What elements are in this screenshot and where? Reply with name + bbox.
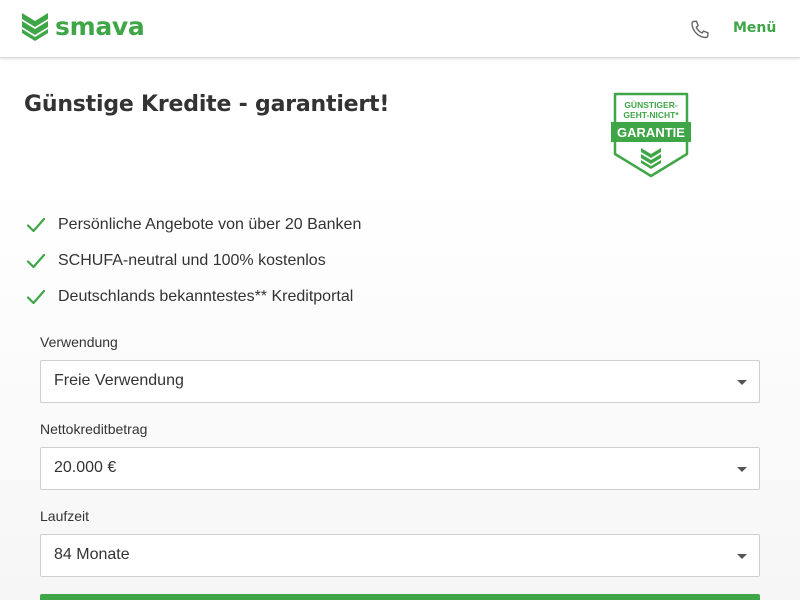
badge-line1: GÜNSTIGER- xyxy=(624,100,678,110)
guarantee-badge: GÜNSTIGER- GEHT-NICHT* GARANTIE xyxy=(611,92,691,178)
guarantee-badge-icon: GÜNSTIGER- GEHT-NICHT* GARANTIE xyxy=(611,92,691,178)
term-value: 84 Monate xyxy=(54,546,130,563)
chevron-down-icon xyxy=(737,467,747,472)
checkmark-icon xyxy=(26,217,46,233)
amount-select[interactable]: 20.000 € xyxy=(40,447,760,490)
term-select[interactable]: 84 Monate xyxy=(40,534,760,577)
submit-button[interactable] xyxy=(40,594,760,600)
menu-button[interactable]: Menü xyxy=(733,20,776,36)
smava-logo[interactable]: smava xyxy=(22,12,145,41)
feature-list: Persönliche Angebote von über 20 Banken … xyxy=(26,207,361,315)
checkmark-icon xyxy=(26,289,46,305)
feature-item: Persönliche Angebote von über 20 Banken xyxy=(26,207,361,243)
term-label: Laufzeit xyxy=(40,508,90,524)
feature-text: SCHUFA-neutral und 100% kostenlos xyxy=(58,252,326,269)
badge-line2: GEHT-NICHT* xyxy=(623,110,679,120)
amount-label: Nettokreditbetrag xyxy=(40,421,148,437)
amount-value: 20.000 € xyxy=(54,459,117,476)
loan-form: Verwendung Freie Verwendung Nettokreditb… xyxy=(40,333,760,594)
usage-field: Verwendung Freie Verwendung xyxy=(40,333,760,403)
checkmark-icon xyxy=(26,253,46,269)
feature-text: Deutschlands bekanntestes** Kreditportal xyxy=(58,288,354,305)
term-field: Laufzeit 84 Monate xyxy=(40,507,760,577)
page-title: Günstige Kredite - garantiert! xyxy=(24,92,390,117)
feature-item: Deutschlands bekanntestes** Kreditportal xyxy=(26,279,361,315)
phone-button[interactable] xyxy=(688,18,712,42)
chevron-down-icon xyxy=(737,380,747,385)
smava-logo-icon xyxy=(22,13,48,41)
amount-field: Nettokreditbetrag 20.000 € xyxy=(40,420,760,490)
logo-text: smava xyxy=(55,12,145,41)
site-header: smava Menü xyxy=(0,0,800,58)
phone-icon xyxy=(691,20,709,39)
usage-select[interactable]: Freie Verwendung xyxy=(40,360,760,403)
usage-label: Verwendung xyxy=(40,334,118,350)
feature-item: SCHUFA-neutral und 100% kostenlos xyxy=(26,243,361,279)
feature-text: Persönliche Angebote von über 20 Banken xyxy=(58,216,362,233)
chevron-down-icon xyxy=(737,554,747,559)
usage-value: Freie Verwendung xyxy=(54,372,184,389)
badge-ribbon: GARANTIE xyxy=(617,125,685,140)
